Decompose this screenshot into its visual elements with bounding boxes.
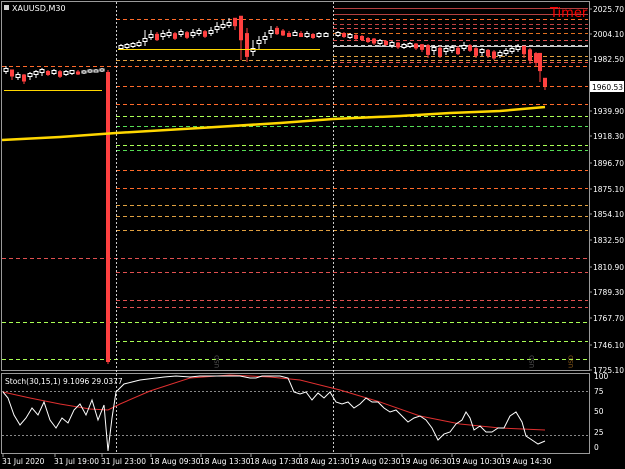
timer-label: Timer xyxy=(549,6,588,21)
time-tick-label: 19 Aug 10:30 xyxy=(451,457,502,466)
watermark-usd-2: USD xyxy=(529,355,536,368)
price-tick-label: 1789.30 xyxy=(593,288,624,297)
gap-candle xyxy=(106,70,110,364)
price-tick-label: 1767.70 xyxy=(593,314,624,323)
indicator-tick-label: 25 xyxy=(594,428,604,437)
symbol-label: XAUUSD,M30 xyxy=(12,4,66,13)
time-tick-label: 31 Jul 2020 xyxy=(2,457,45,466)
chart-canvas[interactable]: 2025.702004.101982.501960.901939.901918.… xyxy=(0,0,625,469)
time-tick-label: 31 Jul 19:00 xyxy=(54,457,99,466)
time-tick-label: 18 Aug 13:30 xyxy=(200,457,251,466)
time-tick-label: 19 Aug 02:30 xyxy=(350,457,401,466)
price-tick-label: 1896.70 xyxy=(593,159,624,168)
time-tick-label: 19 Aug 06:30 xyxy=(401,457,452,466)
price-tick-label: 1918.30 xyxy=(593,132,624,141)
price-tick-label: 1875.10 xyxy=(593,185,624,194)
time-tick-label: 18 Aug 21:30 xyxy=(299,457,350,466)
price-tick-label: 1746.10 xyxy=(593,341,624,350)
price-tick-label: 1832.50 xyxy=(593,236,624,245)
indicator-label: Stoch(30,15,1) 9.1096 29.0377 xyxy=(5,377,123,386)
current-price-label: 1960.53 xyxy=(592,83,623,92)
price-tick-label: 1810.90 xyxy=(593,263,624,272)
indicator-tick-label: 75 xyxy=(594,387,604,396)
time-tick-label: 18 Aug 17:30 xyxy=(250,457,301,466)
watermark-usd-1: USD xyxy=(214,355,221,368)
indicator-tick-label: 50 xyxy=(594,407,604,416)
time-tick-label: 31 Jul 23:00 xyxy=(101,457,146,466)
price-tick-label: 1854.10 xyxy=(593,210,624,219)
indicator-tick-label: 100 xyxy=(594,372,609,381)
price-tick-label: 1982.50 xyxy=(593,55,624,64)
time-tick-label: 19 Aug 14:30 xyxy=(501,457,552,466)
price-tick-label: 1939.90 xyxy=(593,107,624,116)
price-tick-label: 2025.70 xyxy=(593,5,624,14)
time-tick-label: 18 Aug 09:30 xyxy=(150,457,201,466)
watermark-usd-3: USD xyxy=(568,355,575,368)
price-tick-label: 2004.10 xyxy=(593,30,624,39)
symbol-icon xyxy=(4,5,9,10)
indicator-tick-label: 0 xyxy=(594,443,599,452)
price-axis: 2025.702004.101982.501960.901939.901918.… xyxy=(589,5,624,375)
